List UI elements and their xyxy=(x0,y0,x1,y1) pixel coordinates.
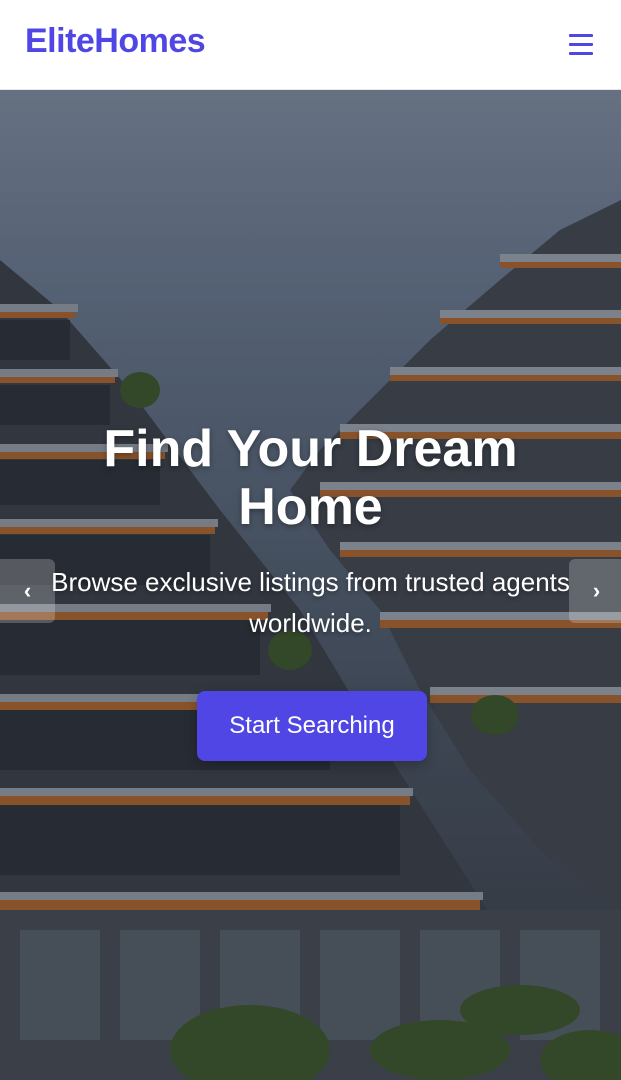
hero-title: Find Your Dream Home xyxy=(103,420,518,536)
carousel-next-button[interactable]: › xyxy=(569,559,621,623)
top-navbar: EliteHomes xyxy=(0,0,621,90)
start-searching-button[interactable]: Start Searching xyxy=(197,691,427,761)
hero-subtitle: Browse exclusive listings from trusted a… xyxy=(51,567,570,638)
hamburger-menu-icon[interactable] xyxy=(566,30,596,60)
carousel-prev-button[interactable]: ‹ xyxy=(0,559,55,623)
chevron-left-icon: ‹ xyxy=(23,578,32,603)
site-logo[interactable]: EliteHomes xyxy=(25,22,206,61)
hero-carousel: Find Your Dream Home Browse exclusive li… xyxy=(0,90,621,1080)
chevron-right-icon: › xyxy=(592,578,601,603)
